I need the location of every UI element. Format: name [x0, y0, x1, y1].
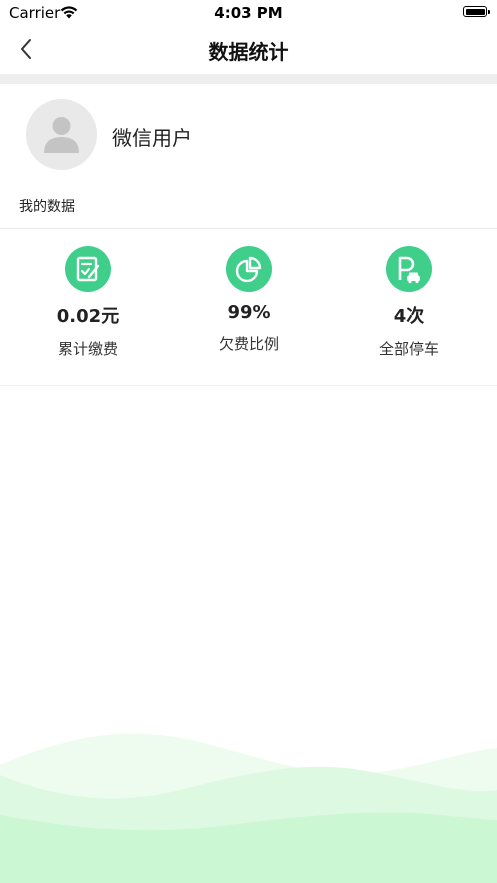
parking-car-icon: [398, 256, 420, 284]
icon-badge: [65, 246, 111, 292]
icon-badge: [226, 246, 272, 292]
username: 微信用户: [112, 126, 192, 150]
stat-label: 全部停车: [378, 340, 439, 358]
stat-total-parking[interactable]: 4次 全部停车: [326, 246, 492, 359]
section-title: 我的数据: [19, 199, 75, 215]
stat-arrears-ratio[interactable]: 99% 欠费比例: [166, 246, 332, 354]
divider: [0, 385, 497, 386]
stat-total-payment[interactable]: 0.02元 累计缴费: [5, 246, 171, 359]
navigation-bar: 数据统计: [0, 26, 497, 74]
payment-edit-icon: [76, 256, 100, 282]
stat-label: 累计缴费: [57, 340, 118, 358]
header-separator: [0, 74, 497, 84]
pie-chart-icon: [235, 256, 262, 283]
stat-value: 0.02元: [56, 306, 120, 327]
avatar[interactable]: [26, 99, 97, 170]
profile-section: 微信用户: [0, 84, 497, 184]
stat-value: 4次: [393, 306, 425, 327]
status-bar: Carrier 4:03 PM: [0, 0, 497, 26]
icon-badge: [386, 246, 432, 292]
battery-icon: [463, 6, 490, 17]
user-silhouette-icon: [44, 117, 79, 153]
divider: [0, 228, 497, 229]
stat-value: 99%: [227, 302, 271, 323]
decorative-waves: [0, 733, 497, 883]
page-title: 数据统计: [208, 40, 289, 64]
clock-time: 4:03 PM: [214, 4, 283, 22]
stat-label: 欠费比例: [218, 335, 279, 353]
